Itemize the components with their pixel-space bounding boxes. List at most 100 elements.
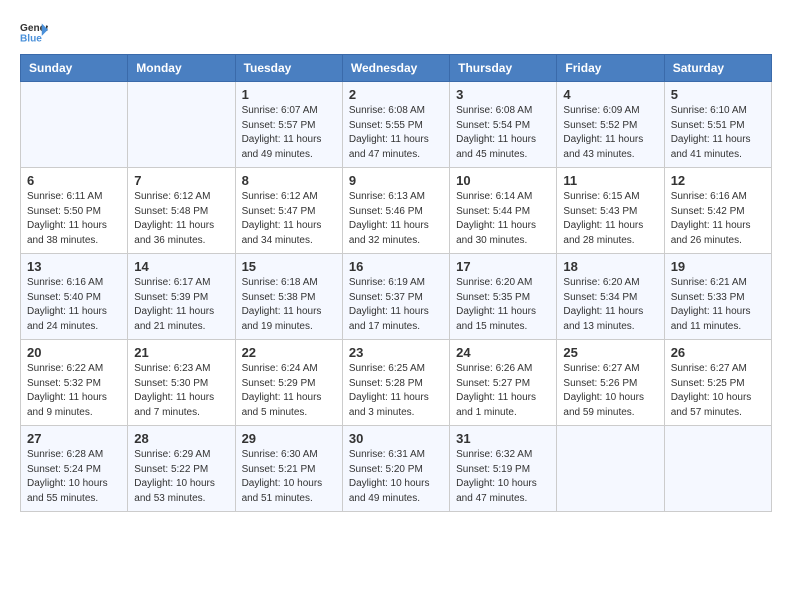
day-info: Sunrise: 6:22 AM Sunset: 5:32 PM Dayligh… <box>27 362 121 420</box>
day-cell <box>664 426 771 512</box>
day-cell: 6 Sunrise: 6:11 AM Sunset: 5:50 PM Daylig… <box>21 168 128 254</box>
day-cell: 28 Sunrise: 6:29 AM Sunset: 5:22 PM Dayli… <box>128 426 235 512</box>
day-cell: 3 Sunrise: 6:08 AM Sunset: 5:54 PM Daylig… <box>450 82 557 168</box>
day-cell: 8 Sunrise: 6:12 AM Sunset: 5:47 PM Daylig… <box>235 168 342 254</box>
day-number: 25 <box>563 345 657 360</box>
week-row-3: 13 Sunrise: 6:16 AM Sunset: 5:40 PM Dayli… <box>21 254 772 340</box>
day-number: 24 <box>456 345 550 360</box>
day-cell: 20 Sunrise: 6:22 AM Sunset: 5:32 PM Dayli… <box>21 340 128 426</box>
day-cell: 15Sunrise: 6:18 AM Sunset: 5:38 PM Dayli… <box>235 254 342 340</box>
day-cell: 17 Sunrise: 6:20 AM Sunset: 5:35 PM Dayli… <box>450 254 557 340</box>
day-info: Sunrise: 6:09 AM Sunset: 5:52 PM Dayligh… <box>563 104 657 162</box>
day-info: Sunrise: 6:12 AM Sunset: 5:47 PM Dayligh… <box>242 190 336 248</box>
day-number: 12 <box>671 173 765 188</box>
day-number: 9 <box>349 173 443 188</box>
day-number: 23 <box>349 345 443 360</box>
day-cell: 11Sunrise: 6:15 AM Sunset: 5:43 PM Dayli… <box>557 168 664 254</box>
day-info: Sunrise: 6:23 AM Sunset: 5:30 PM Dayligh… <box>134 362 228 420</box>
week-row-4: 20 Sunrise: 6:22 AM Sunset: 5:32 PM Dayli… <box>21 340 772 426</box>
header-cell-sunday: Sunday <box>21 55 128 82</box>
day-info: Sunrise: 6:19 AM Sunset: 5:37 PM Dayligh… <box>349 276 443 334</box>
day-number: 27 <box>27 431 121 446</box>
week-row-5: 27 Sunrise: 6:28 AM Sunset: 5:24 PM Dayli… <box>21 426 772 512</box>
day-number: 19 <box>671 259 765 274</box>
day-cell: 30 Sunrise: 6:31 AM Sunset: 5:20 PM Dayli… <box>342 426 449 512</box>
day-cell: 19 Sunrise: 6:21 AM Sunset: 5:33 PM Dayli… <box>664 254 771 340</box>
day-info: Sunrise: 6:08 AM Sunset: 5:55 PM Dayligh… <box>349 104 443 162</box>
day-number: 3 <box>456 87 550 102</box>
calendar-body: 1Sunrise: 6:07 AM Sunset: 5:57 PM Daylig… <box>21 82 772 512</box>
logo: General Blue <box>20 20 48 44</box>
day-cell: 1Sunrise: 6:07 AM Sunset: 5:57 PM Daylig… <box>235 82 342 168</box>
day-info: Sunrise: 6:20 AM Sunset: 5:34 PM Dayligh… <box>563 276 657 334</box>
day-info: Sunrise: 6:21 AM Sunset: 5:33 PM Dayligh… <box>671 276 765 334</box>
day-info: Sunrise: 6:11 AM Sunset: 5:50 PM Dayligh… <box>27 190 121 248</box>
header-cell-monday: Monday <box>128 55 235 82</box>
day-info: Sunrise: 6:27 AM Sunset: 5:25 PM Dayligh… <box>671 362 765 420</box>
day-cell: 24 Sunrise: 6:26 AM Sunset: 5:27 PM Dayli… <box>450 340 557 426</box>
day-number: 18 <box>563 259 657 274</box>
day-info: Sunrise: 6:14 AM Sunset: 5:44 PM Dayligh… <box>456 190 550 248</box>
header-cell-tuesday: Tuesday <box>235 55 342 82</box>
day-info: Sunrise: 6:32 AM Sunset: 5:19 PM Dayligh… <box>456 448 550 506</box>
day-cell: 23Sunrise: 6:25 AM Sunset: 5:28 PM Dayli… <box>342 340 449 426</box>
day-info: Sunrise: 6:26 AM Sunset: 5:27 PM Dayligh… <box>456 362 550 420</box>
day-cell: 7 Sunrise: 6:12 AM Sunset: 5:48 PM Daylig… <box>128 168 235 254</box>
day-cell: 25 Sunrise: 6:27 AM Sunset: 5:26 PM Dayli… <box>557 340 664 426</box>
header-row: SundayMondayTuesdayWednesdayThursdayFrid… <box>21 55 772 82</box>
page-header: General Blue <box>20 20 772 44</box>
day-cell: 26 Sunrise: 6:27 AM Sunset: 5:25 PM Dayli… <box>664 340 771 426</box>
day-info: Sunrise: 6:13 AM Sunset: 5:46 PM Dayligh… <box>349 190 443 248</box>
day-info: Sunrise: 6:27 AM Sunset: 5:26 PM Dayligh… <box>563 362 657 420</box>
day-info: Sunrise: 6:31 AM Sunset: 5:20 PM Dayligh… <box>349 448 443 506</box>
day-number: 17 <box>456 259 550 274</box>
day-cell <box>557 426 664 512</box>
day-info: Sunrise: 6:30 AM Sunset: 5:21 PM Dayligh… <box>242 448 336 506</box>
day-number: 20 <box>27 345 121 360</box>
day-number: 14 <box>134 259 228 274</box>
day-number: 28 <box>134 431 228 446</box>
day-cell <box>21 82 128 168</box>
header-cell-thursday: Thursday <box>450 55 557 82</box>
day-info: Sunrise: 6:10 AM Sunset: 5:51 PM Dayligh… <box>671 104 765 162</box>
day-number: 26 <box>671 345 765 360</box>
day-number: 6 <box>27 173 121 188</box>
day-info: Sunrise: 6:15 AM Sunset: 5:43 PM Dayligh… <box>563 190 657 248</box>
day-info: Sunrise: 6:12 AM Sunset: 5:48 PM Dayligh… <box>134 190 228 248</box>
day-cell: 27 Sunrise: 6:28 AM Sunset: 5:24 PM Dayli… <box>21 426 128 512</box>
day-info: Sunrise: 6:29 AM Sunset: 5:22 PM Dayligh… <box>134 448 228 506</box>
day-info: Sunrise: 6:16 AM Sunset: 5:42 PM Dayligh… <box>671 190 765 248</box>
day-info: Sunrise: 6:18 AM Sunset: 5:38 PM Dayligh… <box>242 276 336 334</box>
day-number: 30 <box>349 431 443 446</box>
day-cell: 12 Sunrise: 6:16 AM Sunset: 5:42 PM Dayli… <box>664 168 771 254</box>
day-info: Sunrise: 6:24 AM Sunset: 5:29 PM Dayligh… <box>242 362 336 420</box>
day-info: Sunrise: 6:16 AM Sunset: 5:40 PM Dayligh… <box>27 276 121 334</box>
day-number: 10 <box>456 173 550 188</box>
day-number: 16 <box>349 259 443 274</box>
header-cell-friday: Friday <box>557 55 664 82</box>
week-row-2: 6 Sunrise: 6:11 AM Sunset: 5:50 PM Daylig… <box>21 168 772 254</box>
day-number: 5 <box>671 87 765 102</box>
day-cell <box>128 82 235 168</box>
day-number: 29 <box>242 431 336 446</box>
day-info: Sunrise: 6:17 AM Sunset: 5:39 PM Dayligh… <box>134 276 228 334</box>
day-number: 21 <box>134 345 228 360</box>
day-cell: 10 Sunrise: 6:14 AM Sunset: 5:44 PM Dayli… <box>450 168 557 254</box>
day-cell: 29 Sunrise: 6:30 AM Sunset: 5:21 PM Dayli… <box>235 426 342 512</box>
day-cell: 9 Sunrise: 6:13 AM Sunset: 5:46 PM Daylig… <box>342 168 449 254</box>
day-number: 8 <box>242 173 336 188</box>
day-cell: 22Sunrise: 6:24 AM Sunset: 5:29 PM Dayli… <box>235 340 342 426</box>
day-number: 4 <box>563 87 657 102</box>
calendar-table: SundayMondayTuesdayWednesdayThursdayFrid… <box>20 54 772 512</box>
day-number: 31 <box>456 431 550 446</box>
day-cell: 16 Sunrise: 6:19 AM Sunset: 5:37 PM Dayli… <box>342 254 449 340</box>
calendar-header: SundayMondayTuesdayWednesdayThursdayFrid… <box>21 55 772 82</box>
day-info: Sunrise: 6:20 AM Sunset: 5:35 PM Dayligh… <box>456 276 550 334</box>
day-cell: 31 Sunrise: 6:32 AM Sunset: 5:19 PM Dayli… <box>450 426 557 512</box>
day-info: Sunrise: 6:28 AM Sunset: 5:24 PM Dayligh… <box>27 448 121 506</box>
day-info: Sunrise: 6:07 AM Sunset: 5:57 PM Dayligh… <box>242 104 336 162</box>
week-row-1: 1Sunrise: 6:07 AM Sunset: 5:57 PM Daylig… <box>21 82 772 168</box>
day-number: 7 <box>134 173 228 188</box>
day-number: 13 <box>27 259 121 274</box>
day-info: Sunrise: 6:08 AM Sunset: 5:54 PM Dayligh… <box>456 104 550 162</box>
